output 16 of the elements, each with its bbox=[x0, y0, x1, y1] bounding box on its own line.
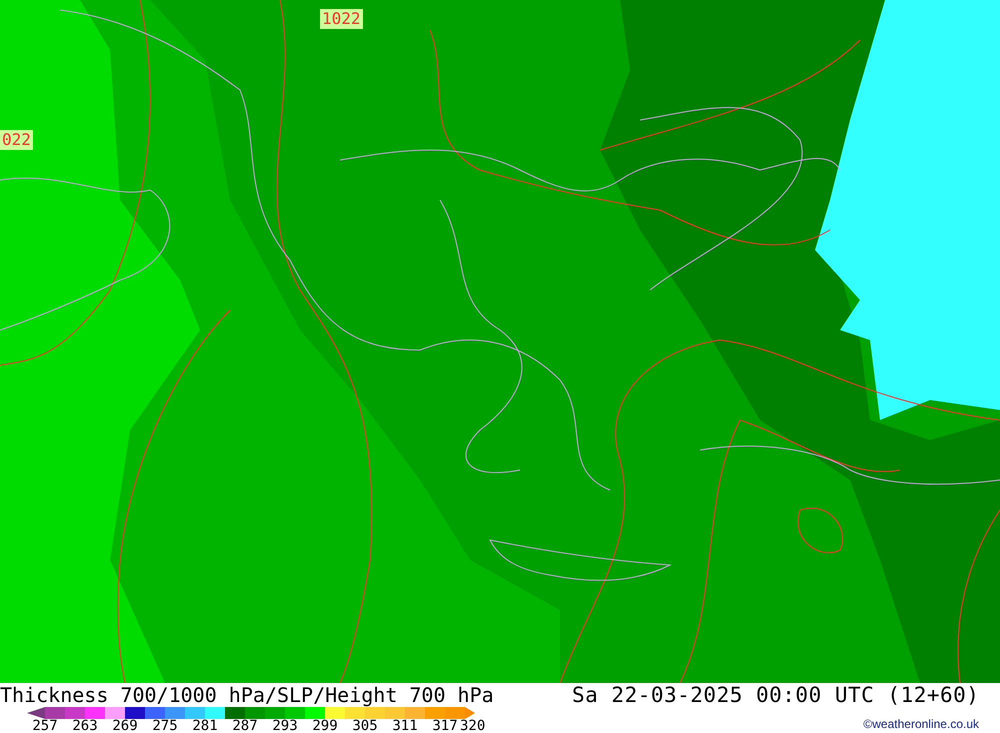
map-title: Thickness 700/1000 hPa/SLP/Height 700 hPa bbox=[0, 683, 495, 707]
isobar-label: 022 bbox=[0, 130, 33, 150]
scale-tick-label: 299 bbox=[311, 719, 339, 733]
scale-tick-label: 275 bbox=[151, 719, 179, 733]
scale-tick-label: 311 bbox=[391, 719, 419, 733]
scale-tick-label: 305 bbox=[351, 719, 379, 733]
scale-tick-label: 293 bbox=[271, 719, 299, 733]
scale-tick-label: 281 bbox=[191, 719, 219, 733]
scale-tick-label: 263 bbox=[71, 719, 99, 733]
scale-tick-label: 320 bbox=[460, 719, 486, 733]
forecast-datetime: Sa 22-03-2025 00:00 UTC (12+60) bbox=[572, 683, 980, 707]
scale-tick-label: 257 bbox=[31, 719, 59, 733]
copyright-credit: ©weatheronline.co.uk bbox=[863, 717, 979, 731]
scale-tick-label: 269 bbox=[111, 719, 139, 733]
scale-tick-label: 287 bbox=[231, 719, 259, 733]
isobar-label: 1022 bbox=[320, 9, 363, 29]
